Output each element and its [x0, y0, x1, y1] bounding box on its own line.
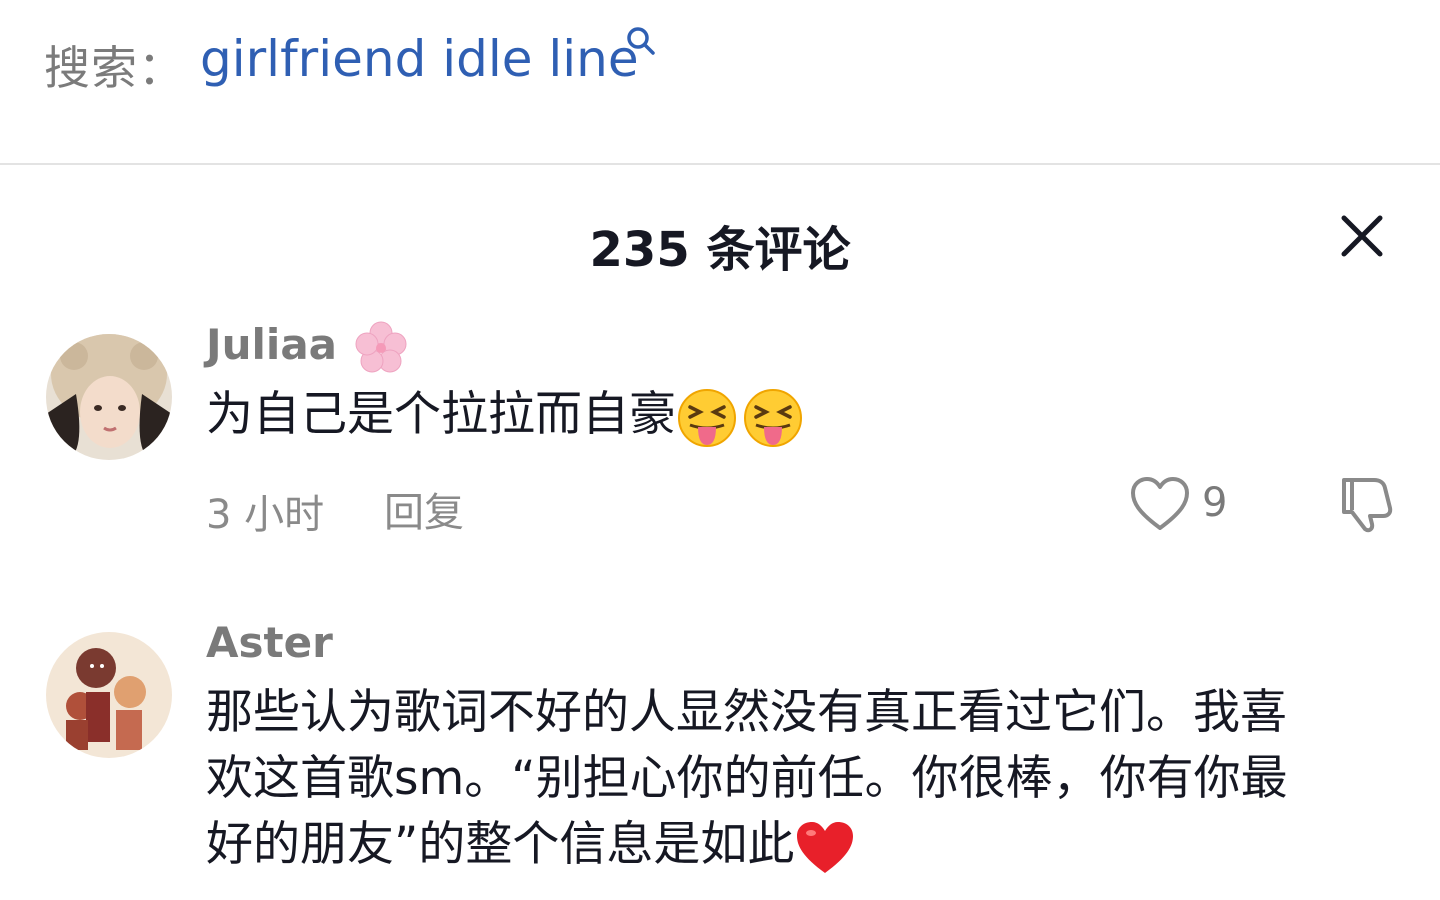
comment-text: 为自己是个拉拉而自豪 — [206, 382, 1406, 449]
username[interactable]: Aster — [206, 618, 333, 667]
like-count: 9 — [1202, 480, 1228, 526]
comment-body: 为自己是个拉拉而自豪 — [206, 387, 676, 442]
search-bar[interactable]: 搜索： girlfriend idle line — [0, 0, 1440, 163]
heart-icon[interactable] — [1130, 476, 1190, 532]
username[interactable]: Juliaa — [206, 320, 408, 375]
close-icon[interactable] — [1338, 212, 1386, 260]
header-divider — [0, 163, 1440, 165]
red-heart-emoji — [797, 821, 854, 873]
comment-timestamp: 3 小时 — [206, 492, 325, 538]
search-query-link[interactable]: girlfriend idle line — [200, 30, 639, 88]
search-prefix: 搜索： — [44, 41, 185, 95]
comment-line: 欢这首歌sm。“别担心你的前任。你很棒，你有你最 — [206, 751, 1288, 806]
comment-line-text: 好的朋友”的整个信息是如此 — [206, 817, 795, 872]
reply-button[interactable]: 回复 — [384, 480, 464, 538]
comment-line: 好的朋友”的整个信息是如此 — [206, 812, 1406, 878]
comments-count-title: 235 条评论 — [589, 222, 851, 278]
username-text: Juliaa — [206, 320, 338, 369]
thumbs-down-icon[interactable] — [1334, 474, 1394, 534]
avatar[interactable] — [46, 632, 172, 758]
cherry-blossom-icon — [355, 321, 407, 372]
comment-line: 那些认为歌词不好的人显然没有真正看过它们。我喜 — [206, 685, 1287, 740]
avatar[interactable] — [46, 334, 172, 460]
squinting-face-with-tongue-emoji — [678, 388, 736, 447]
comment-text: 那些认为歌词不好的人显然没有真正看过它们。我喜 欢这首歌sm。“别担心你的前任。… — [206, 680, 1406, 878]
squinting-face-with-tongue-emoji — [744, 388, 802, 447]
search-icon[interactable] — [624, 24, 658, 58]
